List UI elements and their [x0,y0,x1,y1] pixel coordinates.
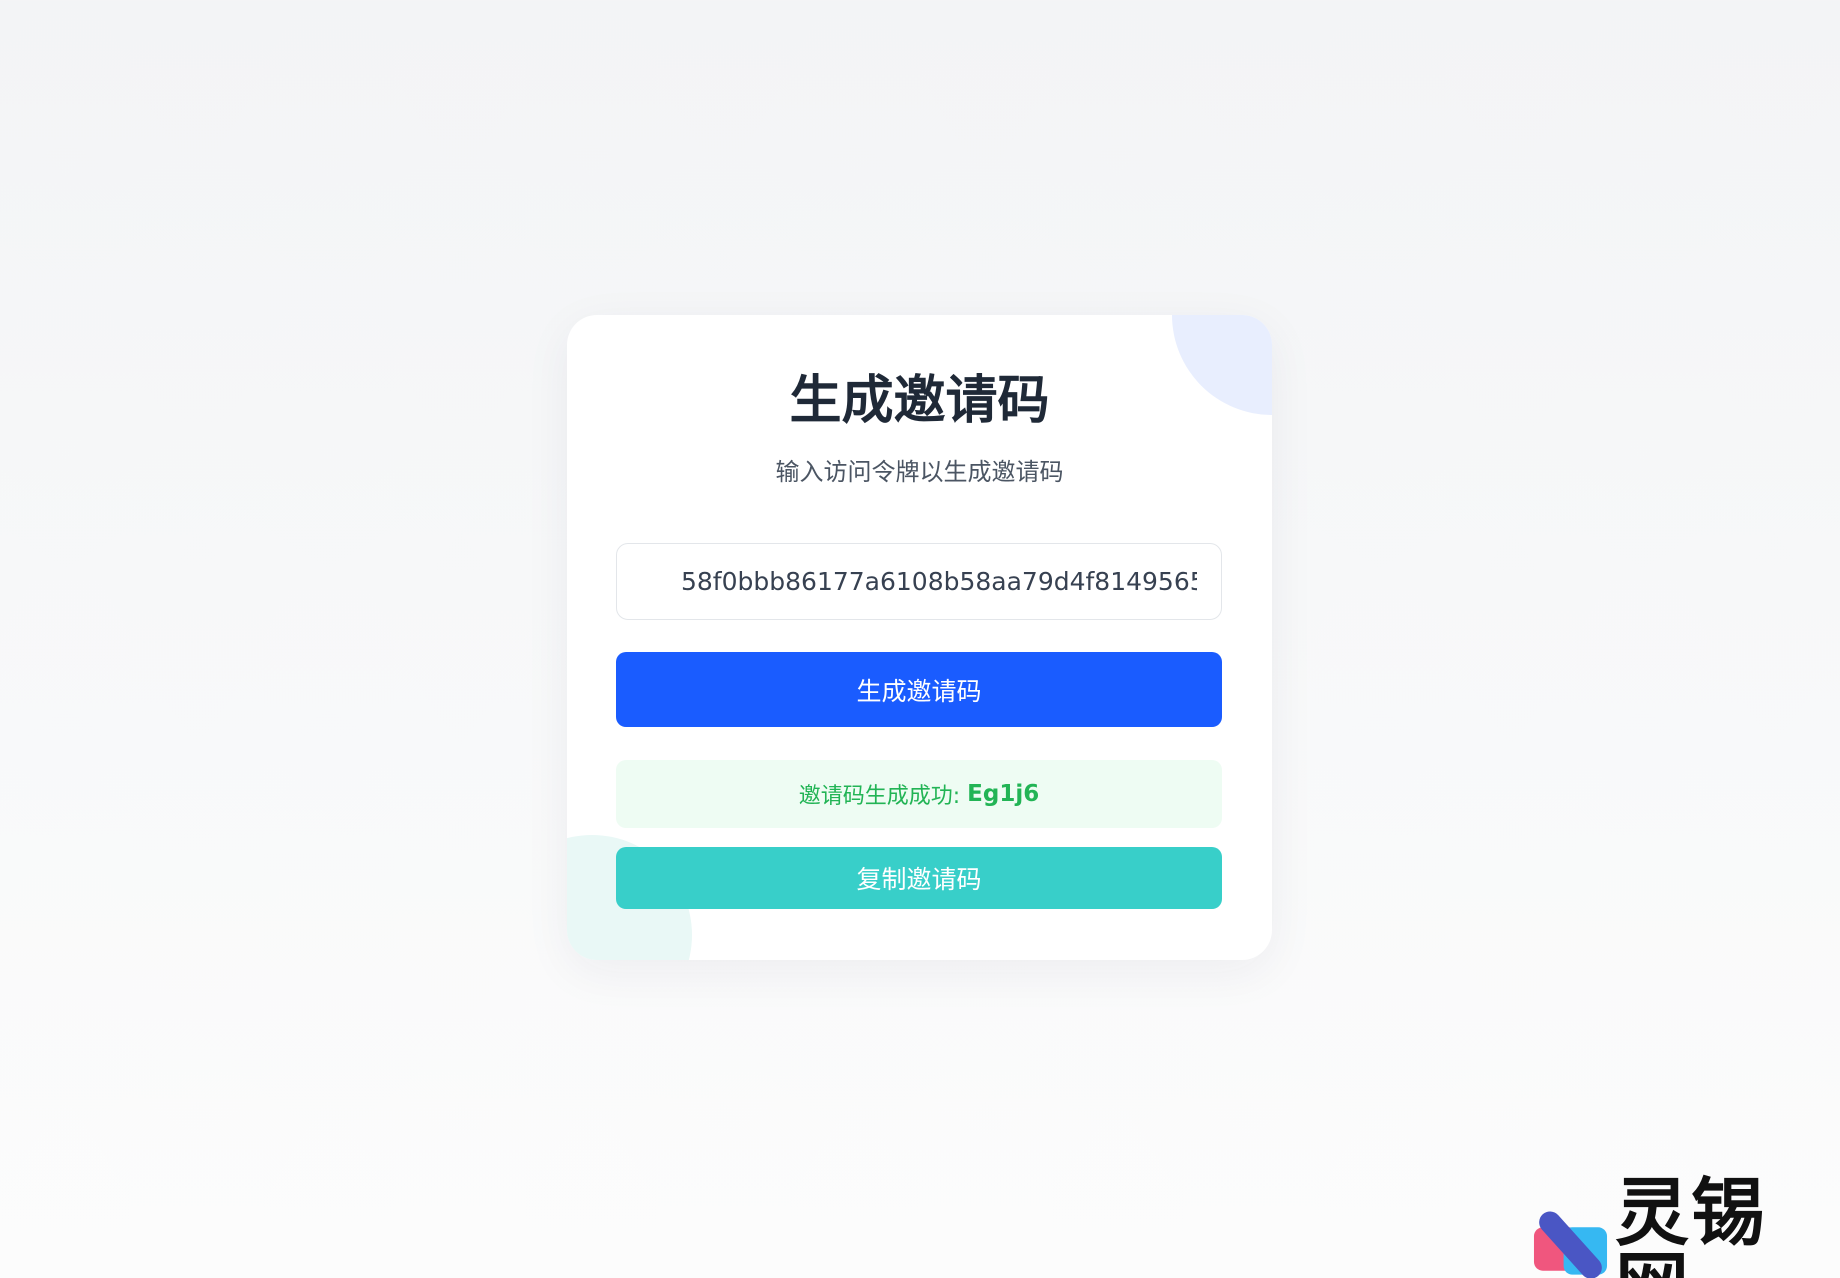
access-token-input[interactable] [616,543,1222,620]
brand-watermark: 灵锡网 [1532,1176,1840,1278]
copy-invite-button[interactable]: 复制邀请码 [616,847,1222,909]
invite-card: 生成邀请码 输入访问令牌以生成邀请码 生成邀请码 邀请码生成成功: Eg1j6 … [567,315,1272,960]
success-text: 邀请码生成成功: [798,784,961,809]
success-message: 邀请码生成成功: Eg1j6 [616,760,1222,828]
generate-invite-button[interactable]: 生成邀请码 [616,652,1222,727]
page-subtitle: 输入访问令牌以生成邀请码 [775,458,1064,486]
invite-code: Eg1j6 [967,781,1040,807]
brand-name: 灵锡网 [1614,1170,1767,1278]
brand-logo-icon [1533,1211,1608,1278]
page-title: 生成邀请码 [789,371,1050,431]
